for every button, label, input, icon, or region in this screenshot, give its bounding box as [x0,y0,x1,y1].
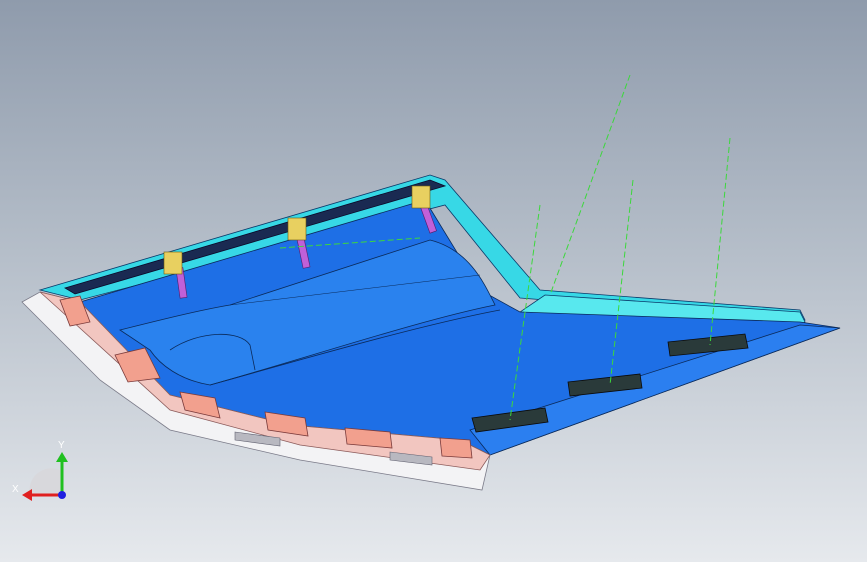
x-axis-label: X [12,484,19,495]
axis-triad: Y X [10,440,80,510]
cad-viewport[interactable]: Y X [0,0,867,562]
part-model[interactable] [0,0,867,562]
y-axis-label: Y [58,440,65,451]
